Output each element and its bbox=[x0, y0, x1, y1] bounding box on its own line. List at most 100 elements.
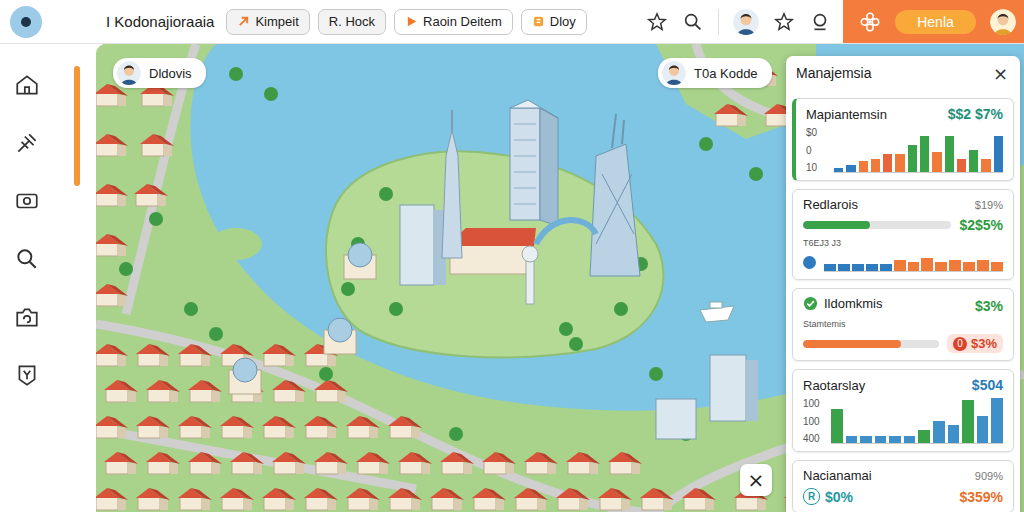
house[interactable] bbox=[104, 380, 138, 402]
house[interactable] bbox=[482, 452, 516, 474]
house[interactable] bbox=[96, 184, 128, 206]
round-tower[interactable] bbox=[522, 246, 538, 304]
chart-bar bbox=[883, 154, 892, 172]
house[interactable] bbox=[714, 104, 748, 126]
house[interactable] bbox=[346, 488, 380, 510]
house[interactable] bbox=[146, 452, 180, 474]
house[interactable] bbox=[640, 488, 674, 510]
twisted-tower[interactable] bbox=[590, 114, 640, 276]
house[interactable] bbox=[136, 344, 170, 366]
scroll-thumb[interactable] bbox=[74, 66, 80, 186]
map-label[interactable]: T0a Kodde bbox=[658, 58, 772, 88]
house[interactable] bbox=[178, 488, 212, 510]
house[interactable] bbox=[188, 452, 222, 474]
house[interactable] bbox=[398, 452, 432, 474]
house[interactable] bbox=[136, 488, 170, 510]
house[interactable] bbox=[96, 134, 128, 156]
panel-close-button[interactable]: × bbox=[991, 63, 1010, 84]
house[interactable] bbox=[96, 344, 128, 366]
house[interactable] bbox=[230, 452, 264, 474]
brush-icon[interactable] bbox=[14, 130, 40, 156]
skyscraper[interactable] bbox=[510, 100, 558, 226]
map-close-button[interactable]: × bbox=[740, 464, 772, 496]
house[interactable] bbox=[314, 380, 348, 402]
card-value: $$2 $7% bbox=[948, 106, 1003, 122]
house[interactable] bbox=[178, 416, 212, 438]
stat-card[interactable]: Raotarslay$504100100400 bbox=[792, 369, 1014, 452]
flower-icon[interactable] bbox=[859, 11, 881, 33]
house[interactable] bbox=[388, 488, 422, 510]
avatar-icon[interactable] bbox=[990, 9, 1016, 35]
boat[interactable] bbox=[700, 302, 734, 322]
house[interactable] bbox=[96, 488, 128, 510]
house[interactable] bbox=[304, 488, 338, 510]
house[interactable] bbox=[556, 488, 590, 510]
house[interactable] bbox=[220, 416, 254, 438]
house[interactable] bbox=[598, 488, 632, 510]
stat-card[interactable]: Redlarois$19%$2$5%T6EJ3 J3 bbox=[792, 189, 1014, 280]
house[interactable] bbox=[178, 344, 212, 366]
house[interactable] bbox=[140, 134, 174, 156]
house[interactable] bbox=[514, 488, 548, 510]
search-icon[interactable] bbox=[682, 11, 704, 33]
chart-bar bbox=[838, 264, 850, 271]
house[interactable] bbox=[304, 416, 338, 438]
avatar-icon[interactable] bbox=[733, 9, 759, 35]
house[interactable] bbox=[136, 416, 170, 438]
logo-icon[interactable] bbox=[10, 6, 42, 38]
stat-card[interactable]: Nacianamai909%R$0%$359% bbox=[792, 460, 1014, 512]
house[interactable] bbox=[472, 488, 506, 510]
profile-ring-icon[interactable] bbox=[809, 11, 831, 33]
house[interactable] bbox=[524, 452, 558, 474]
house[interactable] bbox=[388, 416, 422, 438]
house[interactable] bbox=[96, 234, 128, 256]
star-icon[interactable] bbox=[646, 11, 668, 33]
house[interactable] bbox=[272, 380, 306, 402]
house[interactable] bbox=[104, 452, 138, 474]
stat-card[interactable]: Mapiantemsin$$2 $7%$0010 bbox=[792, 98, 1014, 181]
house[interactable] bbox=[682, 488, 716, 510]
toolbar-button[interactable]: Raoin Deitem bbox=[394, 9, 513, 35]
house[interactable] bbox=[188, 380, 222, 402]
house[interactable] bbox=[314, 452, 348, 474]
domed-building[interactable] bbox=[324, 318, 356, 354]
house[interactable] bbox=[262, 416, 296, 438]
house[interactable] bbox=[566, 452, 600, 474]
toolbar-button[interactable]: Kimpeit bbox=[226, 9, 309, 35]
house[interactable] bbox=[346, 416, 380, 438]
islet bbox=[210, 228, 262, 260]
stat-card[interactable]: Ildomkmis$3%Stamtemis0$3% bbox=[792, 288, 1014, 361]
domed-building[interactable] bbox=[344, 243, 376, 279]
house[interactable] bbox=[134, 184, 168, 206]
account-action-button[interactable]: Henla bbox=[895, 10, 976, 34]
office-building[interactable] bbox=[400, 205, 446, 285]
magnifier-icon[interactable] bbox=[14, 246, 40, 272]
ticket-icon[interactable] bbox=[14, 188, 40, 214]
house[interactable] bbox=[262, 344, 296, 366]
map-label[interactable]: Dldovis bbox=[113, 58, 206, 88]
spire-tower[interactable] bbox=[442, 110, 462, 258]
tag-icon[interactable] bbox=[14, 362, 40, 388]
house-icon[interactable] bbox=[14, 72, 40, 98]
house[interactable] bbox=[96, 284, 128, 306]
apartment-building[interactable] bbox=[656, 355, 758, 439]
house[interactable] bbox=[440, 452, 474, 474]
camera-icon[interactable] bbox=[14, 304, 40, 330]
house[interactable] bbox=[220, 488, 254, 510]
house[interactable] bbox=[262, 488, 296, 510]
house[interactable] bbox=[356, 452, 390, 474]
scrollbar[interactable] bbox=[54, 44, 96, 512]
star-icon[interactable] bbox=[773, 11, 795, 33]
chart-bar bbox=[994, 136, 1003, 172]
toolbar-button[interactable]: R. Hock bbox=[318, 9, 386, 35]
house[interactable] bbox=[146, 380, 180, 402]
house[interactable] bbox=[608, 452, 642, 474]
domed-building[interactable] bbox=[229, 358, 261, 394]
tree bbox=[559, 322, 573, 336]
city-map[interactable]: DldovisT0a Kodde×Manajemsia×Mapiantemsin… bbox=[96, 44, 1024, 512]
toolbar-button[interactable]: Dloy bbox=[521, 9, 587, 35]
house[interactable] bbox=[272, 452, 306, 474]
house[interactable] bbox=[430, 488, 464, 510]
card-title: Raotarslay bbox=[803, 378, 865, 393]
house[interactable] bbox=[96, 416, 128, 438]
